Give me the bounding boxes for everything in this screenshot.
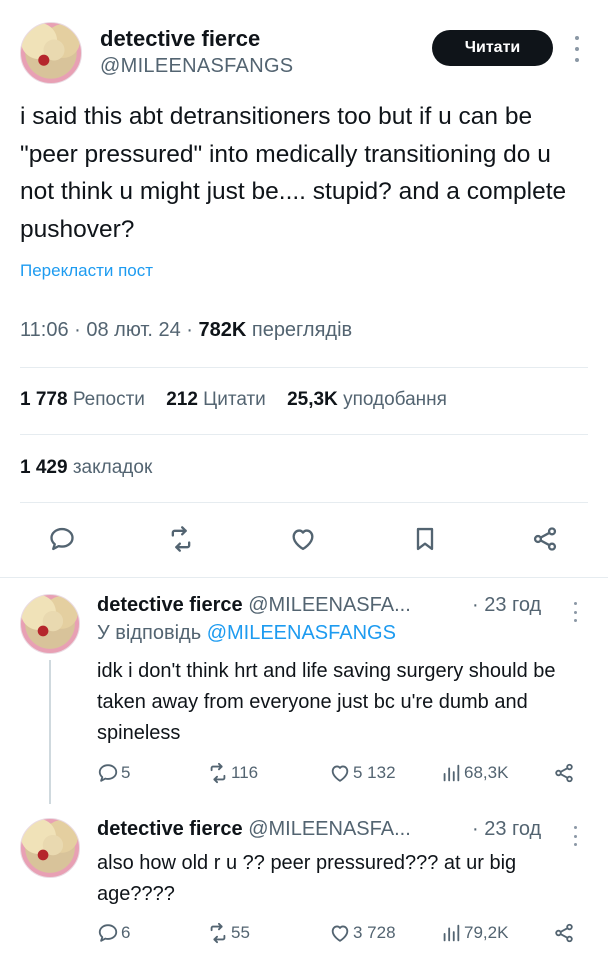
like-count: 3 728: [353, 923, 396, 942]
share-icon: [555, 763, 573, 783]
translate-link[interactable]: Перекласти пост: [20, 261, 153, 281]
bookmark-icon: [416, 527, 434, 551]
bar-chart-icon: [443, 764, 460, 782]
share-icon: [555, 923, 573, 943]
divider: [20, 367, 588, 368]
reply-author-handle[interactable]: @MILEENASFA...: [248, 818, 411, 840]
reply-text: idk i don't think hrt and life saving su…: [97, 660, 556, 744]
speech-bubble-icon: [98, 924, 118, 942]
views-count: 68,3K: [464, 763, 509, 782]
follow-button[interactable]: Читати: [432, 30, 553, 66]
repost-count: 116: [231, 763, 259, 782]
more-dots-icon[interactable]: [572, 602, 578, 622]
share-icon: [533, 527, 557, 551]
reply-button[interactable]: 6: [97, 922, 130, 944]
quotes-stat[interactable]: 212 Цитати: [166, 389, 266, 410]
bar-chart-icon: [443, 924, 460, 942]
heart-icon: [292, 529, 314, 551]
repost-button[interactable]: 55: [207, 922, 250, 944]
reply-time[interactable]: · 23 год: [472, 818, 541, 841]
thread-line: [49, 660, 51, 804]
like-button[interactable]: [286, 522, 320, 556]
tweet-date[interactable]: 08 лют. 24: [86, 319, 180, 341]
separator: ·: [74, 319, 87, 341]
reply-item[interactable]: detective fierce @MILEENASFA... · 23 год…: [0, 818, 608, 958]
share-button[interactable]: [553, 762, 577, 784]
tweet-header: detective fierce @MILEENASFANGS Читати: [20, 22, 588, 86]
views-button[interactable]: 79,2K: [440, 922, 508, 944]
reply-item[interactable]: detective fierce @MILEENASFA... · 23 год…: [0, 594, 608, 804]
repost-arrows-icon: [210, 762, 226, 784]
bookmarks-stat[interactable]: 1 429 закладок: [20, 457, 152, 479]
reply-count: 6: [121, 923, 131, 942]
like-button[interactable]: 5 132: [329, 762, 396, 784]
speech-bubble-icon: [50, 527, 74, 551]
avatar[interactable]: [20, 594, 80, 654]
repost-count: 55: [231, 923, 250, 942]
more-dots-icon[interactable]: [572, 36, 582, 62]
bookmark-button[interactable]: [408, 522, 442, 556]
author-handle[interactable]: @MILEENASFANGS: [100, 55, 293, 78]
avatar[interactable]: [20, 818, 80, 878]
reposts-stat[interactable]: 1 778 Репости: [20, 389, 145, 410]
divider: [20, 434, 588, 435]
views-label: переглядів: [251, 319, 353, 341]
reply-time[interactable]: · 23 год: [472, 594, 541, 617]
tweet-time[interactable]: 11:06: [20, 319, 69, 341]
divider: [0, 577, 608, 578]
heart-icon: [331, 925, 349, 942]
reply-actions: 6 55 3 728 79,2K: [97, 922, 587, 946]
repost-button[interactable]: 116: [207, 762, 258, 784]
tweet-text: i said this abt detransitioners too but …: [20, 103, 567, 243]
share-button[interactable]: [528, 522, 562, 556]
like-button[interactable]: 3 728: [329, 922, 396, 944]
author-name[interactable]: detective fierce: [100, 26, 260, 52]
reply-text: also how old r u ?? peer pressured??? at…: [97, 852, 517, 905]
reply-actions: 5 116 5 132 68,3K: [97, 762, 587, 786]
repost-button[interactable]: [164, 522, 198, 556]
like-count: 5 132: [353, 763, 396, 782]
avatar[interactable]: [20, 22, 82, 84]
reply-to: У відповідь @MILEENASFANGS: [97, 622, 396, 644]
reply-author-handle[interactable]: @MILEENASFA...: [248, 594, 411, 616]
engagement-stats: 1 778 Репости 212 Цитати 25,3K уподобанн…: [20, 389, 463, 411]
repost-arrows-icon: [171, 526, 191, 552]
views-count: 79,2K: [464, 923, 509, 942]
more-dots-icon[interactable]: [572, 826, 578, 846]
views-count: 782K: [198, 319, 247, 341]
reply-to-handle[interactable]: @MILEENASFANGS: [207, 622, 396, 644]
speech-bubble-icon: [98, 764, 118, 782]
action-bar: [0, 522, 608, 562]
divider: [20, 502, 588, 503]
reply-button[interactable]: [45, 522, 79, 556]
repost-arrows-icon: [210, 922, 226, 944]
reply-author-name[interactable]: detective fierce: [97, 594, 243, 616]
share-button[interactable]: [553, 922, 577, 944]
reply-author-name[interactable]: detective fierce: [97, 818, 243, 840]
reply-button[interactable]: 5: [97, 762, 130, 784]
views-button[interactable]: 68,3K: [440, 762, 508, 784]
heart-icon: [331, 765, 349, 782]
separator: ·: [186, 319, 199, 341]
reply-count: 5: [121, 763, 131, 782]
likes-stat[interactable]: 25,3K уподобання: [287, 389, 447, 410]
tweet-meta: 11:06 · 08 лют. 24 · 782K переглядів: [20, 319, 352, 342]
